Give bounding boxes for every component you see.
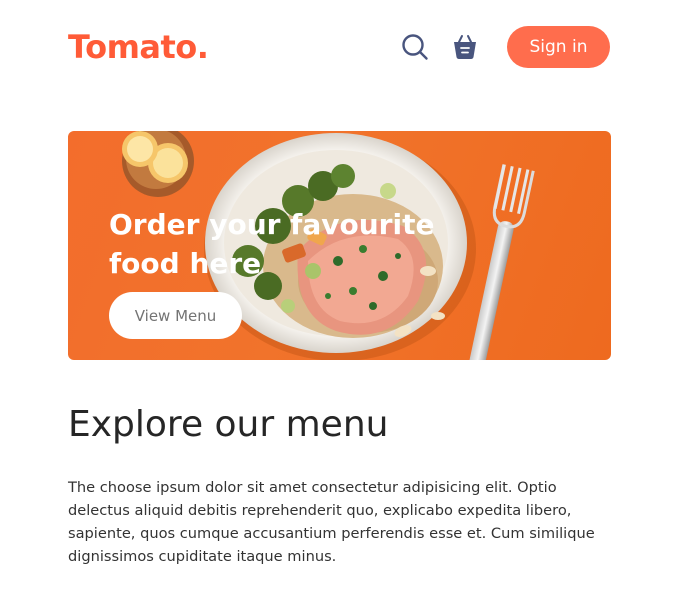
hero-banner: Order your favourite food here View Menu <box>68 131 611 360</box>
search-icon[interactable] <box>399 31 431 63</box>
explore-menu-title: Explore our menu <box>68 404 389 445</box>
hero-title: Order your favourite food here <box>109 208 435 280</box>
view-menu-button[interactable]: View Menu <box>109 292 242 339</box>
basket-icon[interactable] <box>449 31 481 63</box>
explore-menu-description: The choose ipsum dolor sit amet consecte… <box>68 479 595 565</box>
nav-right: Sign in <box>399 26 610 68</box>
navbar: Tomato. Sign in <box>68 24 610 70</box>
page: Tomato. Sign in Order your favourite foo… <box>0 0 675 597</box>
sign-in-button[interactable]: Sign in <box>507 26 610 68</box>
logo[interactable]: Tomato. <box>68 31 209 63</box>
